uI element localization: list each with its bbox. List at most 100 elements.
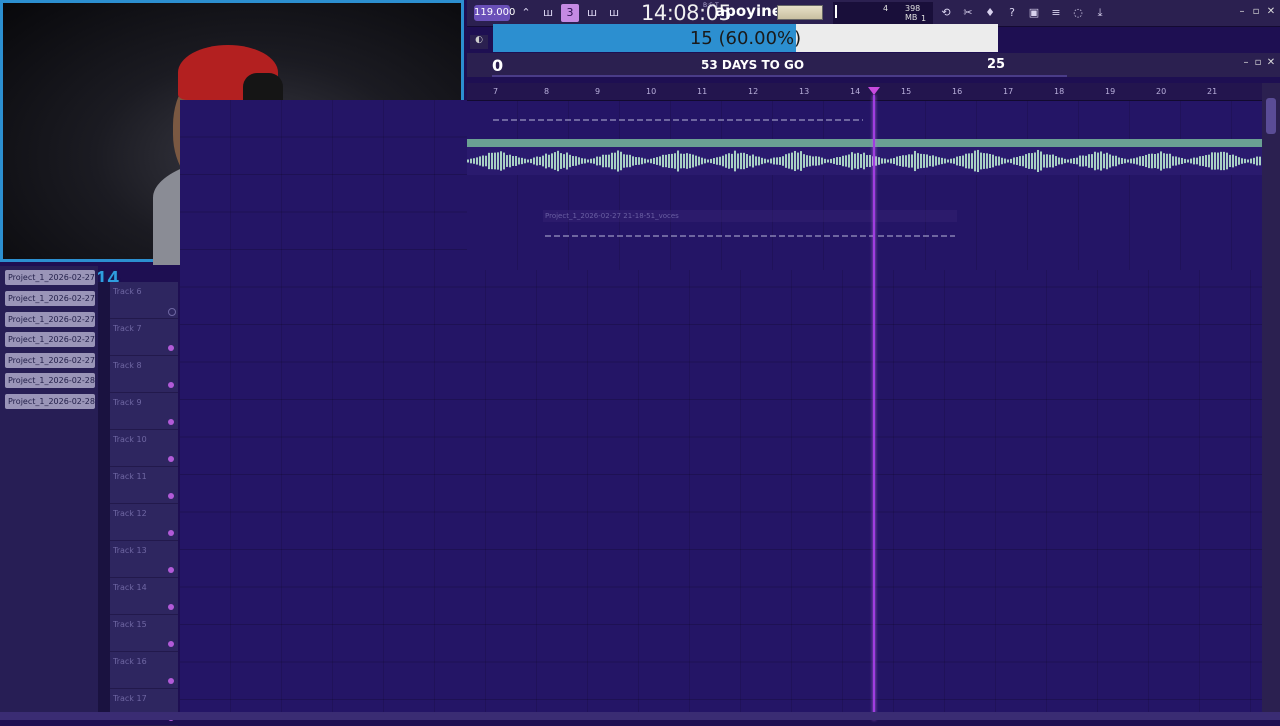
track-enable-icon[interactable] bbox=[168, 493, 174, 499]
cpu-memory-panel: 4 398 MB 1 bbox=[833, 2, 933, 24]
track-name: Track 7 bbox=[113, 324, 142, 333]
ruler-number: 17 bbox=[1003, 87, 1014, 96]
track-header[interactable]: Track 13 bbox=[110, 541, 178, 578]
track-name: Track 8 bbox=[113, 361, 142, 370]
download-icon[interactable]: ⤓ bbox=[1091, 4, 1109, 22]
track-header[interactable]: Track 10 bbox=[110, 430, 178, 467]
playhead-marker-icon[interactable] bbox=[868, 87, 880, 95]
countdown-icon[interactable]: 3 bbox=[561, 4, 579, 22]
track-header-gap bbox=[98, 282, 110, 720]
ruler-number: 14 bbox=[850, 87, 861, 96]
vertical-scrollbar[interactable] bbox=[1262, 83, 1280, 720]
save-icon[interactable]: ▣ bbox=[1025, 4, 1043, 22]
loop-record-icon[interactable]: ш bbox=[583, 4, 601, 22]
audio-clip-lower-wave[interactable] bbox=[545, 235, 955, 237]
track-enable-icon[interactable] bbox=[168, 308, 176, 316]
ruler-number: 18 bbox=[1054, 87, 1065, 96]
audio-clip-lower-label: Project_1_2026-02-27 21-18-51_voces bbox=[545, 212, 679, 220]
ruler-number: 11 bbox=[697, 87, 708, 96]
sub-goal-bar: 15 (60.00%) bbox=[493, 24, 998, 52]
ruler-number: 12 bbox=[748, 87, 759, 96]
mixer-icon[interactable]: ≡ bbox=[1047, 4, 1065, 22]
browser-item[interactable]: Project_1_2026-02-28 0... bbox=[5, 394, 95, 409]
sub-goal-text: 15 (60.00%) bbox=[689, 28, 802, 49]
chat-icon[interactable]: ◌ bbox=[1069, 4, 1087, 22]
track-header[interactable]: Track 15 bbox=[110, 615, 178, 652]
scrollbar-thumb[interactable] bbox=[1266, 98, 1276, 134]
metronome-icon[interactable]: ⌃ bbox=[517, 4, 535, 22]
ruler-number: 7 bbox=[493, 87, 499, 96]
playlist-close-icon[interactable]: ✕ bbox=[1264, 57, 1278, 68]
track-header[interactable]: Track 12 bbox=[110, 504, 178, 541]
track-enable-icon[interactable] bbox=[168, 641, 174, 647]
track-name: Track 16 bbox=[113, 657, 147, 666]
playlist-upper-tracks[interactable] bbox=[467, 100, 1262, 270]
days-start-value: 0 bbox=[492, 56, 504, 75]
playlist-icon[interactable]: ◐ bbox=[470, 35, 488, 49]
audio-clip-header[interactable] bbox=[467, 139, 1262, 147]
help-icon[interactable]: ? bbox=[1003, 4, 1021, 22]
close-icon[interactable]: ✕ bbox=[1264, 6, 1278, 17]
browser-item[interactable]: Project_1_2026-02-27 2... bbox=[5, 291, 95, 306]
wait-icon[interactable]: ш bbox=[539, 4, 557, 22]
browser-item[interactable]: Project_1_2026-02-27 2... bbox=[5, 332, 95, 347]
track-header[interactable]: Track 9 bbox=[110, 393, 178, 430]
track-enable-icon[interactable] bbox=[168, 456, 174, 462]
track-header[interactable]: Track 17 bbox=[110, 689, 178, 726]
cpu-value: 4 bbox=[883, 4, 889, 13]
browser-panel: Project_1_2026-02-27 2... Project_1_2026… bbox=[0, 266, 98, 720]
track-enable-icon[interactable] bbox=[168, 567, 174, 573]
days-end-value: 25 bbox=[987, 57, 1006, 72]
step-edit-icon[interactable]: ш bbox=[605, 4, 623, 22]
polyphony-value: 1 bbox=[921, 14, 927, 23]
track-name: Track 17 bbox=[113, 694, 147, 703]
output-meter bbox=[777, 5, 823, 20]
track-header[interactable]: Track 8 bbox=[110, 356, 178, 393]
browser-item[interactable]: Project_1_2026-02-27 2... bbox=[5, 312, 95, 327]
track-name: Track 6 bbox=[113, 287, 142, 296]
browser-item[interactable]: Project_1_2026-02-27 2... bbox=[5, 270, 95, 285]
playlist-maximize-icon[interactable]: ▫ bbox=[1251, 57, 1265, 68]
days-to-go-label: 53 DAYS TO GO bbox=[701, 58, 805, 72]
track-name: Track 11 bbox=[113, 472, 147, 481]
track-enable-icon[interactable] bbox=[168, 382, 174, 388]
ruler-number: 8 bbox=[544, 87, 550, 96]
track-header[interactable]: Track 7 bbox=[110, 319, 178, 356]
minimize-icon[interactable]: – bbox=[1235, 6, 1249, 17]
playhead-line bbox=[873, 95, 875, 720]
audio-clip-waveform[interactable] bbox=[467, 147, 1262, 175]
cut-icon[interactable]: ✂ bbox=[959, 4, 977, 22]
ruler-number: 16 bbox=[952, 87, 963, 96]
browser-item[interactable]: Project_1_2026-02-28 0... bbox=[5, 373, 95, 388]
memory-value: 398 MB bbox=[905, 4, 921, 22]
ruler-number: 15 bbox=[901, 87, 912, 96]
track-name: Track 15 bbox=[113, 620, 147, 629]
ruler-number: 13 bbox=[799, 87, 810, 96]
ruler-number: 20 bbox=[1156, 87, 1167, 96]
timeline-ruler[interactable]: 7 8 9 10 11 12 13 14 15 16 17 18 19 20 2… bbox=[467, 83, 1262, 101]
track-header[interactable]: Track 16 bbox=[110, 652, 178, 689]
days-progress-track bbox=[492, 75, 1067, 77]
mic-icon[interactable]: ♦ bbox=[981, 4, 999, 22]
track-enable-icon[interactable] bbox=[168, 678, 174, 684]
track-enable-icon[interactable] bbox=[168, 419, 174, 425]
ruler-number: 10 bbox=[646, 87, 657, 96]
track-name: Track 10 bbox=[113, 435, 147, 444]
undo-icon[interactable]: ⟲ bbox=[937, 4, 955, 22]
tempo-display[interactable]: 119.000 bbox=[474, 5, 515, 21]
track-enable-icon[interactable] bbox=[168, 604, 174, 610]
browser-item[interactable]: Project_1_2026-02-27 2... bbox=[5, 353, 95, 368]
track-enable-icon[interactable] bbox=[168, 530, 174, 536]
taskbar-edge bbox=[0, 712, 1280, 720]
audio-clip-thin[interactable] bbox=[493, 119, 863, 121]
track-name: Track 13 bbox=[113, 546, 147, 555]
maximize-icon[interactable]: ▫ bbox=[1249, 6, 1263, 17]
track-header[interactable]: Track 11 bbox=[110, 467, 178, 504]
track-enable-icon[interactable] bbox=[168, 345, 174, 351]
track-name: Track 14 bbox=[113, 583, 147, 592]
track-header[interactable]: Track 14 bbox=[110, 578, 178, 615]
track-header[interactable]: Track 6 bbox=[110, 282, 178, 319]
track-name: Track 12 bbox=[113, 509, 147, 518]
track-name: Track 9 bbox=[113, 398, 142, 407]
track-headers: Track 6 Track 7 Track 8 Track 9 Track 10… bbox=[110, 282, 178, 726]
